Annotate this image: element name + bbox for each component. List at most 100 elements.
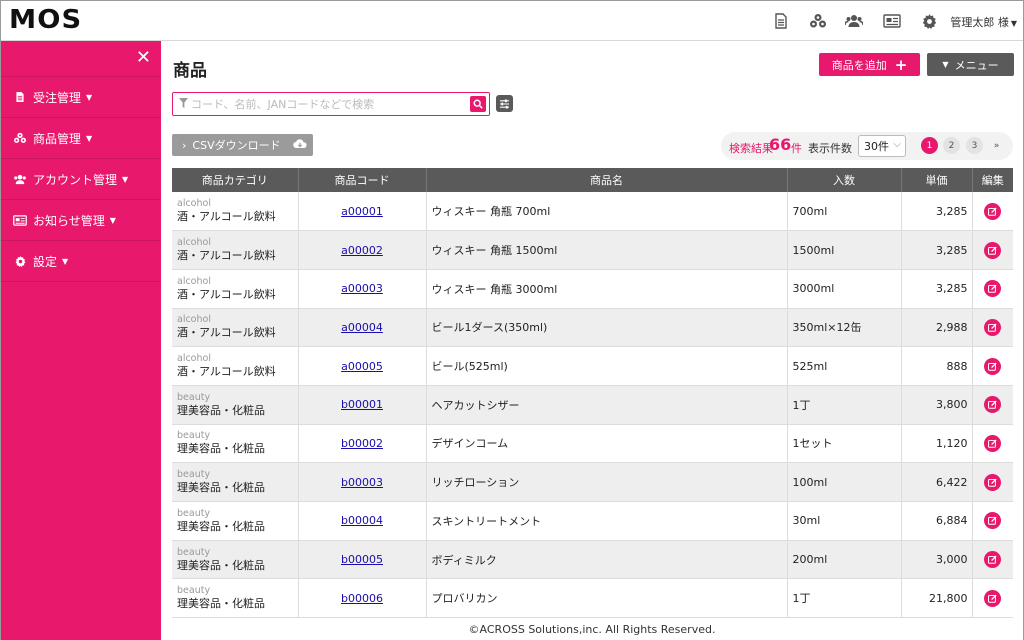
edit-icon xyxy=(988,555,997,564)
edit-button[interactable] xyxy=(984,551,1002,569)
sidebar-item-products[interactable]: 商品管理 ▼ xyxy=(1,118,161,159)
category-ja: 理美容品・化粧品 xyxy=(177,558,265,572)
edit-button[interactable] xyxy=(984,512,1002,530)
sidebar-item-settings[interactable]: 設定 ▼ xyxy=(1,241,161,282)
edit-icon xyxy=(988,284,997,293)
user-menu[interactable]: 管理太郎 様 ▼ xyxy=(950,14,1017,30)
product-code-link[interactable]: b00001 xyxy=(341,398,383,411)
user-name: 管理太郎 様 xyxy=(950,16,1009,29)
page-3-link[interactable]: 3 xyxy=(966,137,983,154)
search-input[interactable] xyxy=(191,95,463,113)
app-logo[interactable]: MOS xyxy=(9,5,82,35)
advanced-search-button[interactable] xyxy=(496,95,513,112)
document-icon[interactable] xyxy=(771,11,791,31)
sidebar-item-label: 商品管理 xyxy=(33,131,82,146)
product-code-link[interactable]: b00006 xyxy=(341,592,383,605)
search-button[interactable] xyxy=(470,96,486,112)
product-code-link[interactable]: a00005 xyxy=(341,360,383,373)
unit-price: 3,000 xyxy=(901,540,973,580)
column-header-quantity[interactable]: 入数 xyxy=(787,168,902,192)
edit-button[interactable] xyxy=(984,318,1002,336)
sidebar-item-label: 設定 xyxy=(33,254,58,269)
result-label: 検索結果 xyxy=(729,142,773,155)
page-2-link[interactable]: 2 xyxy=(943,137,960,154)
category-en: beauty xyxy=(177,469,211,481)
close-icon[interactable]: ✕ xyxy=(136,49,151,67)
category-en: beauty xyxy=(177,430,211,442)
next-page-link[interactable]: » xyxy=(988,137,1005,154)
cloud-download-icon xyxy=(292,138,307,152)
edit-button[interactable] xyxy=(984,241,1002,259)
search-icon xyxy=(473,99,483,109)
main-content: 商品 商品を追加 + ▼ メニュー › CSVダウンロード 検索結果 66 件 … xyxy=(161,42,1023,640)
products-icon xyxy=(13,132,27,144)
product-name: デザインコーム xyxy=(426,424,788,464)
edit-icon xyxy=(988,362,997,371)
column-header-code[interactable]: 商品コード xyxy=(298,168,427,192)
column-header-price[interactable]: 単価 xyxy=(901,168,973,192)
product-code-link[interactable]: b00004 xyxy=(341,514,383,527)
top-bar: MOS 管理太郎 様 ▼ xyxy=(1,1,1023,41)
edit-cell xyxy=(972,192,1013,232)
category-en: alcohol xyxy=(177,198,211,210)
table-row: beauty 理美容品・化粧品 b00006 プロバリカン 1丁 21,800 xyxy=(172,578,1013,619)
product-code-link[interactable]: b00005 xyxy=(341,553,383,566)
users-icon xyxy=(13,174,27,185)
category-cell: alcohol 酒・アルコール飲料 xyxy=(172,192,299,232)
edit-button[interactable] xyxy=(984,357,1002,375)
category-ja: 理美容品・化粧品 xyxy=(177,519,265,533)
table-row: alcohol 酒・アルコール飲料 a00001 ウィスキー 角瓶 700ml … xyxy=(172,192,1013,232)
category-cell: alcohol 酒・アルコール飲料 xyxy=(172,308,299,348)
edit-button[interactable] xyxy=(984,202,1002,220)
product-name: ウィスキー 角瓶 3000ml xyxy=(426,269,788,309)
category-en: alcohol xyxy=(177,275,211,287)
news-icon[interactable] xyxy=(882,11,902,31)
edit-button[interactable] xyxy=(984,396,1002,414)
product-code-link[interactable]: b00003 xyxy=(341,476,383,489)
quantity: 525ml xyxy=(787,346,902,386)
table-row: alcohol 酒・アルコール飲料 a00004 ビール1ダース(350ml) … xyxy=(172,308,1013,348)
sidebar-item-accounts[interactable]: アカウント管理 ▼ xyxy=(1,159,161,200)
results-bar: 検索結果 66 件 表示件数 30件 ⌵ 1 2 3 » xyxy=(721,132,1013,160)
edit-button[interactable] xyxy=(984,434,1002,452)
add-product-button[interactable]: 商品を追加 + xyxy=(819,53,920,76)
edit-cell xyxy=(972,346,1013,386)
product-code-link[interactable]: b00002 xyxy=(341,437,383,450)
result-unit: 件 xyxy=(791,142,802,155)
column-header-category[interactable]: 商品カテゴリ xyxy=(172,168,299,192)
menu-button[interactable]: ▼ メニュー xyxy=(927,53,1014,76)
sidebar-item-news[interactable]: お知らせ管理 ▼ xyxy=(1,200,161,241)
edit-cell xyxy=(972,501,1013,541)
quantity: 200ml xyxy=(787,540,902,580)
category-cell: beauty 理美容品・化粧品 xyxy=(172,540,299,580)
edit-button[interactable] xyxy=(984,473,1002,491)
product-code-link[interactable]: a00003 xyxy=(341,282,383,295)
product-code-link[interactable]: a00002 xyxy=(341,244,383,257)
category-ja: 酒・アルコール飲料 xyxy=(177,326,276,340)
code-cell: b00003 xyxy=(298,462,427,502)
gear-icon[interactable] xyxy=(919,11,939,31)
products-icon[interactable] xyxy=(808,11,828,31)
edit-cell xyxy=(972,462,1013,502)
edit-button[interactable] xyxy=(984,589,1002,607)
page-1-link[interactable]: 1 xyxy=(921,137,938,154)
product-code-link[interactable]: a00001 xyxy=(341,205,383,218)
code-cell: b00005 xyxy=(298,540,427,580)
add-product-label: 商品を追加 xyxy=(831,58,887,72)
users-icon[interactable] xyxy=(844,11,864,31)
per-page-select[interactable]: 30件 ⌵ xyxy=(858,135,906,157)
caret-down-icon: ▼ xyxy=(86,133,93,143)
edit-button[interactable] xyxy=(984,280,1002,298)
category-cell: alcohol 酒・アルコール飲料 xyxy=(172,269,299,309)
edit-icon xyxy=(988,594,997,603)
column-header-name[interactable]: 商品名 xyxy=(426,168,788,192)
product-name: ヘアカットシザー xyxy=(426,385,788,425)
table-row: beauty 理美容品・化粧品 b00005 ボディミルク 200ml 3,00… xyxy=(172,540,1013,580)
sidebar-item-orders[interactable]: 受注管理 ▼ xyxy=(1,77,161,118)
unit-price: 3,800 xyxy=(901,385,973,425)
csv-download-button[interactable]: › CSVダウンロード xyxy=(172,134,313,156)
sliders-icon xyxy=(499,98,510,109)
product-code-link[interactable]: a00004 xyxy=(341,321,383,334)
quantity: 1丁 xyxy=(787,578,902,619)
table-row: beauty 理美容品・化粧品 b00003 リッチローション 100ml 6,… xyxy=(172,462,1013,502)
